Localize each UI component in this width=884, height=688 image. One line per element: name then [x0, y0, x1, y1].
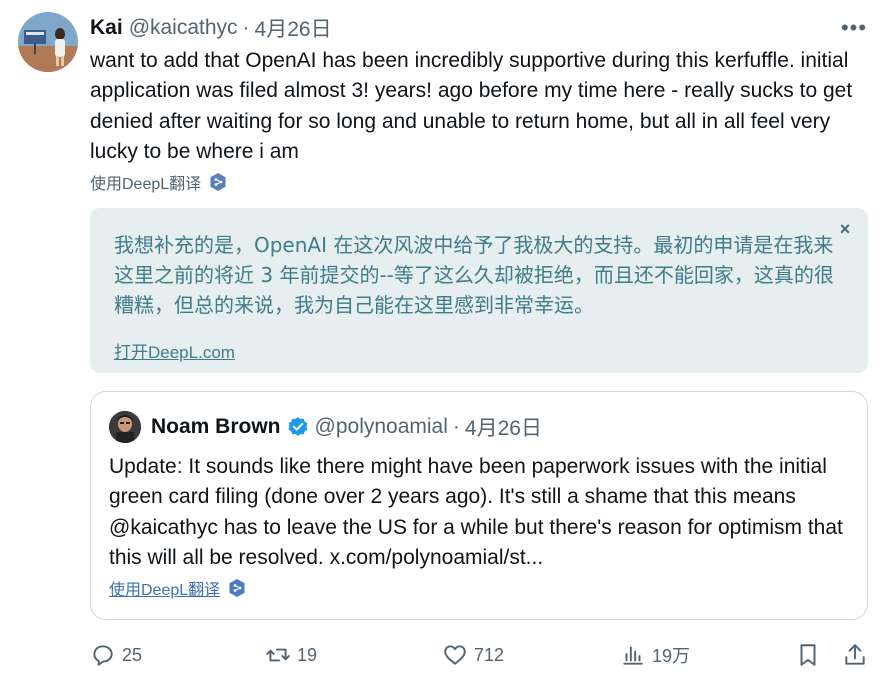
quoted-author-handle[interactable]: @polynoamial: [315, 415, 448, 439]
reply-icon: [93, 645, 113, 666]
share-button[interactable]: [842, 638, 874, 672]
retweet-count: 19: [297, 644, 318, 665]
heart-icon: [444, 645, 466, 665]
quoted-tweet[interactable]: Noam Brown @polynoamial · 4月26日 Update: …: [90, 391, 868, 620]
views-count: 19万: [652, 646, 691, 666]
share-icon: [845, 644, 865, 665]
translate-with-deepl-link[interactable]: 使用DeepL翻译: [90, 170, 227, 194]
quoted-tweet-date[interactable]: 4月26日: [465, 412, 542, 442]
more-options-button[interactable]: •••: [838, 15, 870, 40]
translate-label: 使用DeepL翻译: [90, 176, 202, 193]
header-separator: ·: [242, 16, 250, 39]
translation-text: 我想补充的是，OpenAI 在这次风波中给予了我极大的支持。最初的申请是在我来这…: [114, 233, 834, 317]
retweet-icon: [266, 648, 290, 662]
quoted-translate-with-deepl-link[interactable]: 使用DeepL翻译: [109, 576, 246, 600]
tweet-text: want to add that OpenAI has been incredi…: [90, 49, 853, 163]
verified-badge-icon: [288, 417, 307, 436]
retweet-button[interactable]: 19: [265, 638, 317, 672]
quoted-translate-label: 使用DeepL翻译: [109, 582, 221, 599]
quoted-tweet-text: Update: It sounds like there might have …: [109, 455, 843, 569]
quoted-header-separator: ·: [452, 415, 460, 438]
reply-button[interactable]: 25: [90, 638, 142, 672]
close-translation-button[interactable]: ×: [836, 220, 854, 238]
translation-panel: 我想补充的是，OpenAI 在这次风波中给予了我极大的支持。最初的申请是在我来这…: [90, 208, 868, 373]
tweet-date[interactable]: 4月26日: [255, 13, 332, 43]
tweet-action-bar: 25 19 712 19万: [90, 638, 870, 672]
bookmark-button[interactable]: [795, 638, 827, 672]
author-avatar[interactable]: [18, 12, 78, 72]
like-count: 712: [474, 644, 505, 665]
reply-count: 25: [122, 644, 143, 665]
more-icon: •••: [840, 15, 868, 40]
author-handle[interactable]: @kaicathyc: [129, 16, 238, 40]
views-button[interactable]: 19万: [620, 638, 690, 672]
tweet-header: Kai @kaicathyc · 4月26日: [90, 14, 332, 42]
like-button[interactable]: 712: [442, 638, 504, 672]
quoted-tweet-header: Noam Brown @polynoamial · 4月26日: [151, 414, 542, 440]
quoted-author-name[interactable]: Noam Brown: [151, 415, 281, 439]
bookmark-icon: [800, 644, 816, 666]
close-icon: ×: [839, 219, 851, 239]
deepl-icon: [229, 579, 245, 597]
author-name[interactable]: Kai: [90, 16, 123, 40]
views-icon: [623, 646, 643, 665]
open-deepl-link[interactable]: 打开DeepL.com: [114, 338, 235, 363]
quoted-author-avatar[interactable]: [109, 411, 141, 443]
deepl-icon: [210, 173, 226, 191]
